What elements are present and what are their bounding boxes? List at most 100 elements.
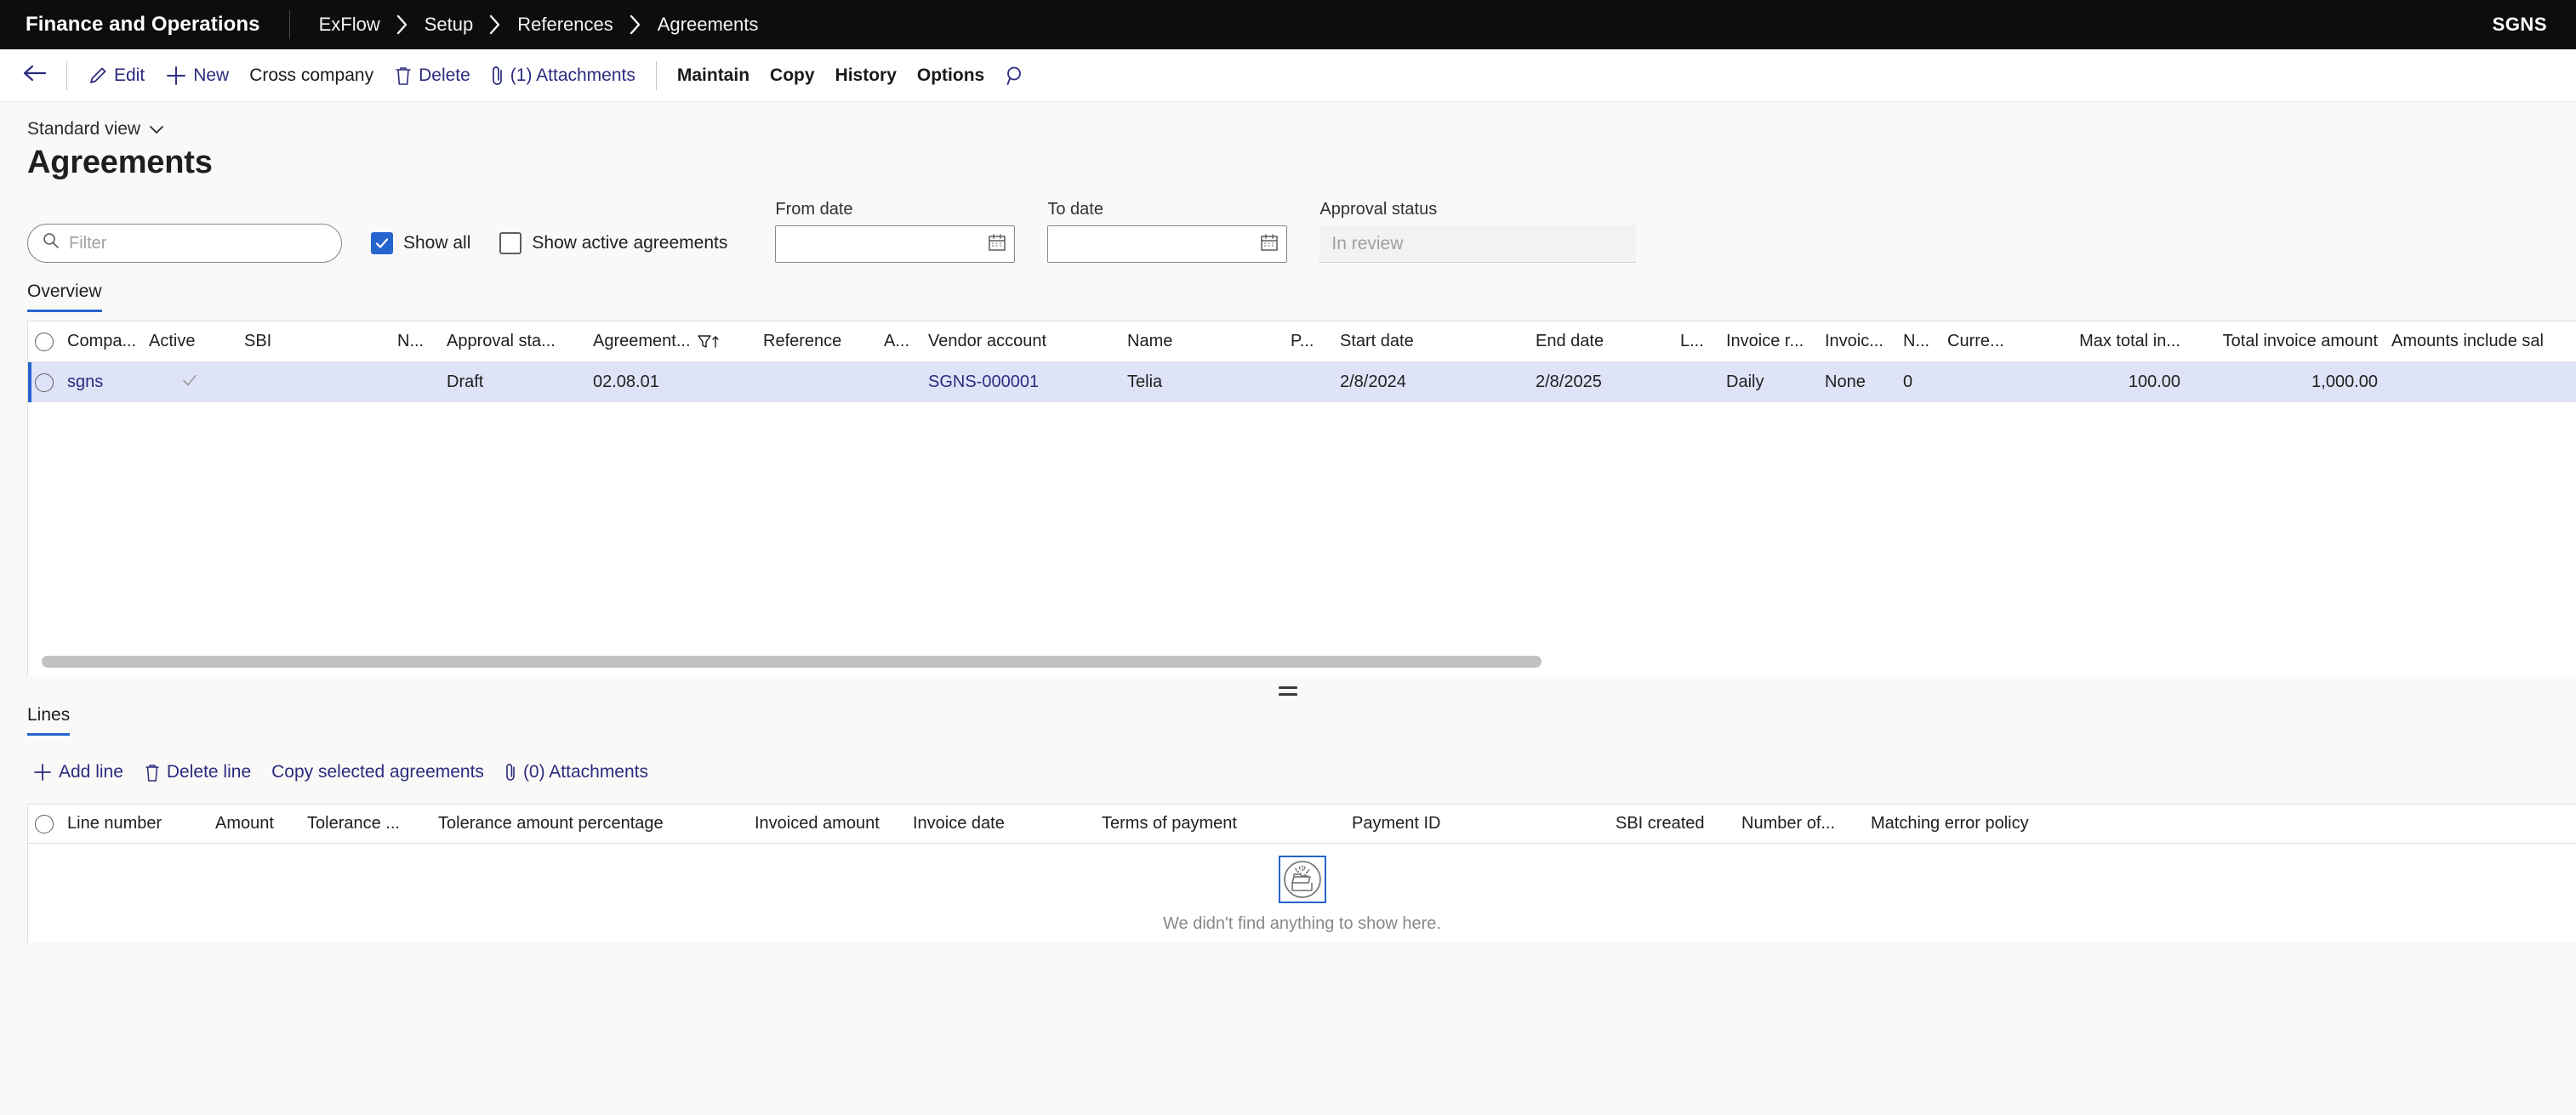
column-header-label: SBI: [244, 332, 272, 350]
cell-invoic: None: [1825, 373, 1866, 391]
lines-attachments-button[interactable]: (0) Attachments: [494, 754, 658, 790]
lines-select-all-radio[interactable]: [28, 814, 60, 833]
column-header-p[interactable]: P...: [1284, 332, 1333, 351]
column-header-label: N...: [397, 332, 425, 350]
filter-sort-asc-icon[interactable]: [697, 333, 721, 350]
lines-toolbar: Add line Delete line Copy selected agree…: [0, 736, 2576, 790]
cross-company-button[interactable]: Cross company: [239, 57, 384, 94]
column-header-invoice-r[interactable]: Invoice r...: [1719, 332, 1818, 351]
column-header-amounts-include-sal[interactable]: Amounts include sal: [2385, 332, 2576, 351]
show-all-label: Show all: [403, 233, 471, 253]
column-header-total-invoice-amount[interactable]: Total invoice amount: [2187, 332, 2385, 351]
column-header-agreement[interactable]: Agreement...: [586, 332, 756, 351]
options-menu[interactable]: Options: [907, 57, 994, 94]
agreements-grid-header: Compa... Active SBI N... Approval sta... Agre…: [28, 321, 2576, 362]
column-header-max-total-in[interactable]: Max total in...: [2022, 332, 2187, 351]
column-header-reference[interactable]: Reference: [756, 332, 877, 351]
lines-column-header-tolerance[interactable]: Tolerance ...: [300, 814, 431, 833]
history-menu[interactable]: History: [825, 57, 907, 94]
copy-selected-agreements-label: Copy selected agreements: [271, 762, 484, 782]
lines-column-header-terms-of-payment[interactable]: Terms of payment: [1095, 814, 1345, 833]
breadcrumb-item-exflow[interactable]: ExFlow: [319, 14, 380, 36]
column-header-n[interactable]: N...: [390, 332, 440, 351]
lines-column-header-tolerance-amount-percentage[interactable]: Tolerance amount percentage: [431, 814, 748, 833]
attachments-button[interactable]: (1) Attachments: [481, 57, 646, 94]
breadcrumb-item-references[interactable]: References: [517, 14, 613, 36]
lines-column-header-matching-error-policy[interactable]: Matching error policy: [1864, 814, 2085, 833]
approval-status-input[interactable]: In review: [1319, 225, 1637, 263]
copy-selected-agreements-button[interactable]: Copy selected agreements: [261, 754, 494, 790]
edit-button[interactable]: Edit: [77, 57, 155, 94]
cell-invoice-r: Daily: [1726, 373, 1764, 391]
view-selector[interactable]: Standard view: [0, 102, 2576, 139]
view-selector-label: Standard view: [27, 119, 141, 139]
scrollbar-thumb[interactable]: [42, 656, 1542, 668]
calendar-icon[interactable]: [1259, 232, 1279, 257]
column-header-label: Start date: [1340, 332, 1414, 350]
options-label: Options: [916, 65, 985, 85]
from-date-input[interactable]: [775, 225, 1016, 263]
column-header-label: Curre...: [1947, 332, 2004, 350]
tab-overview[interactable]: Overview: [27, 282, 102, 312]
column-header-label: Amounts include sal: [2391, 332, 2544, 350]
select-all-radio[interactable]: [28, 332, 60, 351]
lines-column-header-invoiced-amount[interactable]: Invoiced amount: [748, 814, 906, 833]
column-header-active[interactable]: Active: [142, 332, 237, 351]
lines-column-header-sbi-created[interactable]: SBI created: [1609, 814, 1735, 833]
lines-column-header-payment-id[interactable]: Payment ID: [1345, 814, 1609, 833]
checkbox-unchecked-icon: [499, 232, 522, 254]
column-header-curre[interactable]: Curre...: [1941, 332, 2022, 351]
column-header-approval-sta[interactable]: Approval sta...: [440, 332, 586, 351]
column-header-name[interactable]: Name: [1120, 332, 1284, 351]
panel-splitter[interactable]: [0, 676, 2576, 705]
column-header-sbi[interactable]: SBI: [237, 332, 390, 351]
cell-agreement-id: 02.08.01: [593, 373, 659, 391]
new-button[interactable]: New: [155, 57, 239, 94]
column-header-a[interactable]: A...: [877, 332, 921, 351]
column-header-n[interactable]: N...: [1896, 332, 1941, 351]
lines-column-header-number-of[interactable]: Number of...: [1735, 814, 1864, 833]
lines-column-header-line-number[interactable]: Line number: [60, 814, 208, 833]
breadcrumb: ExFlow Setup References Agreements: [319, 14, 759, 36]
lines-column-header-invoice-date[interactable]: Invoice date: [906, 814, 1095, 833]
page-title: Agreements: [27, 145, 213, 180]
to-date-input[interactable]: [1047, 225, 1288, 263]
column-header-vendor-account[interactable]: Vendor account: [921, 332, 1120, 351]
search-input[interactable]: Filter: [27, 224, 342, 263]
app-title[interactable]: Finance and Operations: [26, 13, 260, 37]
filter-placeholder: Filter: [69, 233, 107, 253]
delete-line-label: Delete line: [166, 762, 252, 782]
lines-grid-header: Line number Amount Tolerance ... Tolerance …: [28, 805, 2576, 844]
column-header-compa[interactable]: Compa...: [60, 332, 142, 351]
horizontal-scrollbar[interactable]: [42, 656, 2562, 668]
column-header-invoic[interactable]: Invoic...: [1818, 332, 1896, 351]
maintain-menu[interactable]: Maintain: [667, 57, 760, 94]
breadcrumb-item-agreements[interactable]: Agreements: [658, 14, 759, 36]
column-header-label: Invoice r...: [1726, 332, 1804, 350]
cell-company[interactable]: sgns: [60, 373, 142, 392]
tab-lines[interactable]: Lines: [27, 705, 71, 736]
add-line-button[interactable]: Add line: [22, 754, 134, 790]
table-row[interactable]: sgns Draft 02.08.01 SGNS-000001 Telia 2/8/202…: [28, 362, 2576, 403]
delete-button[interactable]: Delete: [384, 57, 481, 94]
plus-icon: [165, 65, 187, 87]
paperclip-icon: [491, 65, 504, 87]
row-select-radio[interactable]: [28, 373, 60, 392]
back-button[interactable]: [22, 62, 56, 88]
lines-column-header-amount[interactable]: Amount: [208, 814, 300, 833]
calendar-icon[interactable]: [987, 232, 1007, 257]
copy-menu[interactable]: Copy: [760, 57, 825, 94]
empty-state-text: We didn't find anything to show here.: [1163, 914, 1441, 933]
delete-line-button[interactable]: Delete line: [134, 754, 261, 790]
column-header-l[interactable]: L...: [1673, 332, 1719, 351]
company-id-label[interactable]: SGNS: [2493, 14, 2547, 36]
column-header-start-date[interactable]: Start date: [1333, 332, 1529, 351]
column-header-end-date[interactable]: End date: [1529, 332, 1673, 351]
page-body: Standard view Agreements Filter Show all…: [0, 102, 2576, 1115]
show-all-checkbox[interactable]: Show all: [371, 224, 470, 263]
cell-vendor-account[interactable]: SGNS-000001: [921, 373, 1120, 392]
search-button[interactable]: [994, 57, 1043, 94]
column-header-label: Compa...: [67, 332, 137, 350]
show-active-agreements-checkbox[interactable]: Show active agreements: [499, 224, 727, 263]
breadcrumb-item-setup[interactable]: Setup: [425, 14, 474, 36]
